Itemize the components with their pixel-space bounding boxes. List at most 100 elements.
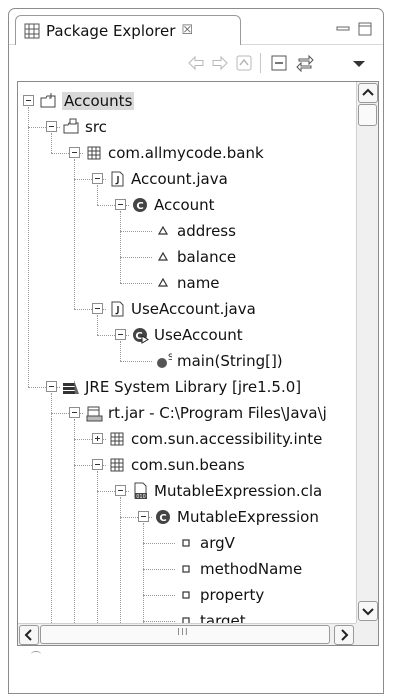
class-file-icon: 010 [134, 482, 147, 500]
tree-connector [120, 257, 152, 258]
link-with-editor-icon[interactable] [295, 53, 315, 73]
tree-item[interactable]: address [154, 218, 236, 244]
collapse-toggle-icon[interactable] [92, 459, 103, 470]
toolbar-separator [260, 53, 261, 73]
scroll-right-button[interactable] [334, 625, 354, 645]
tree-item-label: main(String[]) [177, 352, 283, 370]
expand-toggle-icon[interactable] [92, 433, 103, 444]
default-field-icon [157, 251, 169, 261]
tree-item[interactable]: balance [154, 244, 236, 270]
tree-item[interactable]: com.sun.accessibility.inte [108, 426, 322, 452]
tree-item[interactable]: com.sun.beans [108, 452, 245, 478]
tree-connector [97, 471, 98, 645]
status-area [9, 649, 383, 693]
tree-item-label: src [85, 118, 107, 136]
collapse-toggle-icon[interactable] [69, 407, 80, 418]
collapse-toggle-icon[interactable] [115, 485, 126, 496]
scroll-down-button[interactable] [358, 601, 378, 621]
tree-item[interactable]: UseAccount.java [108, 296, 256, 322]
tree-item-label: balance [177, 248, 237, 266]
collapse-toggle-icon[interactable] [92, 303, 103, 314]
collapse-toggle-icon[interactable] [46, 121, 57, 132]
tree-item-label: Account [154, 196, 215, 214]
tree-item-label: property [200, 586, 265, 604]
scroll-down-arrow-icon [362, 608, 374, 616]
tree-item[interactable]: Account.java [108, 166, 228, 192]
tree-item[interactable]: JRE System Library [jre1.5.0] [62, 374, 301, 400]
back-arrow-icon[interactable] [186, 53, 206, 73]
scroll-left-button[interactable] [19, 625, 39, 645]
tree-item[interactable]: 010 MutableExpression.cla [131, 478, 322, 504]
tree-connector [120, 211, 121, 283]
tree-item[interactable]: methodName [177, 556, 302, 582]
tree-item-label: rt.jar - C:\Program Files\Java\j [108, 404, 327, 422]
package-icon [87, 146, 101, 160]
collapse-toggle-icon[interactable] [138, 511, 149, 522]
package-explorer-icon [24, 23, 40, 38]
library-icon [63, 380, 79, 394]
tree-connector [120, 231, 152, 232]
vertical-scrollbar[interactable] [356, 82, 378, 623]
scroll-grip: III [177, 627, 189, 638]
svg-text:C: C [136, 201, 143, 212]
tree-item-label: argV [200, 534, 235, 552]
collapse-toggle-icon[interactable] [115, 199, 126, 210]
static-method-icon: S [157, 353, 172, 368]
runnable-class-icon: C [133, 328, 149, 344]
private-field-icon [182, 565, 190, 573]
go-up-icon[interactable] [234, 53, 254, 73]
tree-item-label: com.allmycode.bank [108, 144, 264, 162]
tree-item-label: UseAccount.java [131, 300, 256, 318]
tree-item[interactable]: src [62, 114, 107, 140]
collapse-toggle-icon[interactable] [23, 95, 34, 106]
tree-connector [97, 315, 98, 335]
tree-item[interactable]: argV [177, 530, 235, 556]
collapse-toggle-icon[interactable] [69, 147, 80, 158]
view-menu-icon[interactable] [351, 53, 367, 73]
package-explorer-tab[interactable]: Package Explorer ☒ [15, 15, 241, 45]
svg-text:C: C [159, 513, 166, 524]
maximize-icon[interactable] [357, 21, 373, 37]
tree-item[interactable]: com.allmycode.bank [85, 140, 264, 166]
scrollbar-corner [356, 623, 378, 645]
tree-connector [143, 621, 175, 622]
tree-item[interactable]: property [177, 582, 264, 608]
tree-item[interactable]: rt.jar - C:\Program Files\Java\j [85, 400, 327, 426]
tree-item[interactable]: C MutableExpression [154, 504, 319, 530]
collapse-toggle-icon[interactable] [46, 381, 57, 392]
vertical-scroll-thumb[interactable] [358, 104, 377, 126]
horizontal-scroll-thumb[interactable]: III [40, 625, 330, 644]
private-field-icon [182, 539, 190, 547]
tree-connector [51, 133, 52, 153]
tree-connector [74, 159, 75, 309]
source-folder-icon [63, 118, 79, 134]
tree-item[interactable]: C Account [131, 192, 215, 218]
tree-connector [74, 419, 75, 645]
minimize-icon[interactable] [335, 21, 351, 37]
tree-item-label: methodName [200, 560, 303, 578]
java-project-icon [40, 93, 56, 108]
jar-icon [86, 406, 103, 422]
close-icon[interactable]: ☒ [181, 23, 193, 38]
view-toolbar [9, 45, 383, 81]
collapse-toggle-icon[interactable] [92, 173, 103, 184]
tree-item-label: JRE System Library [jre1.5.0] [85, 378, 302, 396]
package-explorer-view: Package Explorer ☒ Accounts src com.allm… [8, 8, 384, 694]
collapse-all-icon[interactable] [269, 53, 289, 73]
tree-item[interactable]: name [154, 270, 220, 296]
tree-item-label: com.sun.beans [131, 456, 245, 474]
forward-arrow-icon[interactable] [210, 53, 230, 73]
horizontal-scrollbar[interactable]: III [18, 623, 356, 645]
tree-item[interactable]: Smain(String[]) [154, 348, 283, 374]
collapse-toggle-icon[interactable] [115, 329, 126, 340]
tree-item[interactable]: C UseAccount [131, 322, 243, 348]
tree-item[interactable]: Accounts [39, 88, 135, 114]
tree-connector [28, 107, 29, 387]
status-indicator-icon [31, 651, 41, 657]
tree-item-label: com.sun.accessibility.inte [131, 430, 323, 448]
scroll-up-button[interactable] [358, 83, 378, 103]
tree-connector [120, 361, 152, 362]
svg-text:S: S [168, 353, 172, 363]
project-tree[interactable]: Accounts src com.allmycode.bank Account.jav… [18, 82, 356, 645]
tree-item-label: UseAccount [154, 326, 243, 344]
